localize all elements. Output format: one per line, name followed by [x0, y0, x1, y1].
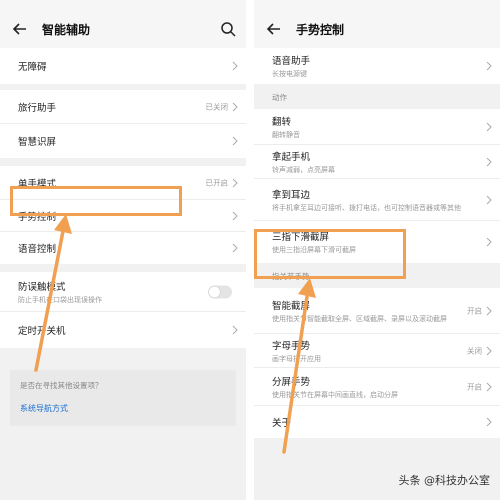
chevron-right-icon [486, 157, 492, 166]
item-description: 翻转静音 [272, 130, 300, 139]
item-label: 智能截屏 [272, 300, 311, 312]
item-description: 铃声减弱，点亮屏幕 [272, 165, 335, 174]
settings-group: 语音助手 长按电源键 [254, 48, 500, 84]
search-icon[interactable] [220, 21, 236, 37]
suggestion-card: 是否在寻找其他设置项？ 系统导航方式 [10, 370, 236, 426]
settings-group: 翻转 翻转静音 拿起手机 铃声减弱，点亮屏幕 拿到耳边 将手机拿至耳边可接听、拨… [254, 109, 500, 263]
list-item-scheduled-power[interactable]: 定时开关机 [0, 312, 246, 348]
list-item-anti-mistouch[interactable]: 防误触模式 防止手机在口袋出现误操作 [0, 272, 246, 312]
item-label: 单手模式 [18, 178, 57, 190]
item-description: 使用指关节智能截取全屏、区域截屏、录屏以及滚动截屏 [272, 314, 447, 323]
chevron-right-icon [232, 243, 238, 253]
item-label: 语音助手 [272, 56, 311, 67]
left-phone-screen: 智能辅助 无障碍 旅行助手 已关闭 智慧识屏 单手模式 已开启 手势控制 语音控… [0, 0, 246, 500]
item-value: 已关闭 [205, 102, 229, 111]
item-description: 将手机拿至耳边可接听、拨打电话，也可控制语音器或等其他 [272, 203, 461, 212]
back-arrow-icon[interactable] [266, 21, 282, 37]
page-title: 智能辅助 [42, 22, 91, 37]
anti-mistouch-toggle[interactable] [208, 285, 232, 298]
list-item-raise-to-ear[interactable]: 拿到耳边 将手机拿至耳边可接听、拨打电话，也可控制语音器或等其他 [254, 179, 500, 221]
settings-group: 防误触模式 防止手机在口袋出现误操作 定时开关机 [0, 272, 246, 348]
settings-group: 智能截屏 使用指关节智能截取全屏、区域截屏、录屏以及滚动截屏 开启 字母手势 画… [254, 288, 500, 438]
list-item-smart-screen[interactable]: 智慧识屏 [0, 124, 246, 158]
item-value: 开启 [467, 306, 482, 315]
chevron-right-icon [232, 102, 238, 111]
chevron-right-icon [486, 195, 492, 204]
chevron-right-icon [486, 346, 492, 355]
settings-group: 旅行助手 已关闭 智慧识屏 [0, 90, 246, 158]
watermark: 头条 @科技办公室 [398, 474, 491, 487]
item-label: 分屏手势 [272, 376, 311, 388]
chevron-right-icon [232, 325, 238, 335]
chevron-right-icon [486, 417, 492, 427]
item-label: 手势控制 [18, 211, 57, 223]
suggestion-question: 是否在寻找其他设置项？ [20, 381, 103, 390]
right-phone-screen: 手势控制 语音助手 长按电源键 动作 翻转 翻转静音 拿起手机 铃声减弱，点亮屏… [254, 0, 500, 500]
item-description: 长按电源键 [272, 70, 307, 78]
status-bar [0, 0, 246, 10]
item-label: 字母手势 [272, 340, 311, 352]
item-label: 关于 [272, 418, 292, 429]
settings-group: 单手模式 已开启 手势控制 语音控制 [0, 166, 246, 264]
status-bar [254, 0, 500, 10]
item-label: 拿起手机 [272, 151, 311, 163]
item-label: 旅行助手 [18, 102, 57, 114]
list-item-pick-up[interactable]: 拿起手机 铃声减弱，点亮屏幕 [254, 145, 500, 179]
item-label: 语音控制 [18, 244, 57, 255]
item-label: 拿到耳边 [272, 189, 311, 201]
list-item-about[interactable]: 关于 [254, 406, 500, 438]
system-navigation-link[interactable]: 系统导航方式 [20, 403, 226, 414]
item-description: 防止手机在口袋出现误操作 [18, 295, 102, 304]
chevron-right-icon [232, 178, 238, 187]
chevron-right-icon [486, 382, 492, 391]
chevron-right-icon [232, 61, 238, 71]
item-value: 关闭 [467, 346, 482, 355]
list-item-three-finger-screenshot[interactable]: 三指下滑截屏 使用三指沿屏幕下滑可截屏 [254, 221, 500, 263]
back-arrow-icon[interactable] [12, 21, 28, 37]
item-description: 使用指关节在屏幕中间画直线，启动分屏 [272, 390, 398, 399]
item-label: 防误触模式 [18, 281, 66, 293]
settings-group: 无障碍 [0, 48, 246, 84]
section-header-actions: 动作 [254, 84, 500, 109]
list-item-smart-screenshot[interactable]: 智能截屏 使用指关节智能截取全屏、区域截屏、录屏以及滚动截屏 开启 [254, 288, 500, 334]
list-item-voice-assistant[interactable]: 语音助手 长按电源键 [254, 48, 500, 84]
list-item-letter-gesture[interactable]: 字母手势 画字母打开应用 关闭 [254, 334, 500, 368]
list-item-one-hand-mode[interactable]: 单手模式 已开启 [0, 166, 246, 200]
item-value: 已开启 [205, 178, 229, 187]
page-title: 手势控制 [296, 22, 345, 37]
chevron-right-icon [486, 122, 492, 131]
list-item-gesture-control[interactable]: 手势控制 [0, 200, 246, 232]
list-item-accessibility[interactable]: 无障碍 [0, 48, 246, 84]
list-item-flip[interactable]: 翻转 翻转静音 [254, 109, 500, 145]
item-description: 画字母打开应用 [272, 354, 321, 363]
item-label: 翻转 [272, 116, 292, 128]
list-item-voice-control[interactable]: 语音控制 [0, 232, 246, 264]
section-header-knuckle: 指关节手势 [254, 263, 500, 288]
chevron-right-icon [232, 211, 238, 220]
list-item-travel-assistant[interactable]: 旅行助手 已关闭 [0, 90, 246, 124]
chevron-right-icon [486, 237, 492, 247]
item-description: 使用三指沿屏幕下滑可截屏 [272, 246, 356, 254]
chevron-right-icon [486, 61, 492, 71]
item-label: 无障碍 [18, 62, 47, 73]
right-app-bar: 手势控制 [254, 10, 500, 48]
left-app-bar: 智能辅助 [0, 10, 246, 48]
chevron-right-icon [232, 136, 238, 146]
list-item-split-screen-gesture[interactable]: 分屏手势 使用指关节在屏幕中间画直线，启动分屏 开启 [254, 368, 500, 406]
chevron-right-icon [486, 306, 492, 315]
item-label: 定时开关机 [18, 326, 66, 337]
item-label: 智慧识屏 [18, 137, 57, 148]
item-label: 三指下滑截屏 [272, 232, 330, 243]
item-value: 开启 [467, 382, 482, 391]
